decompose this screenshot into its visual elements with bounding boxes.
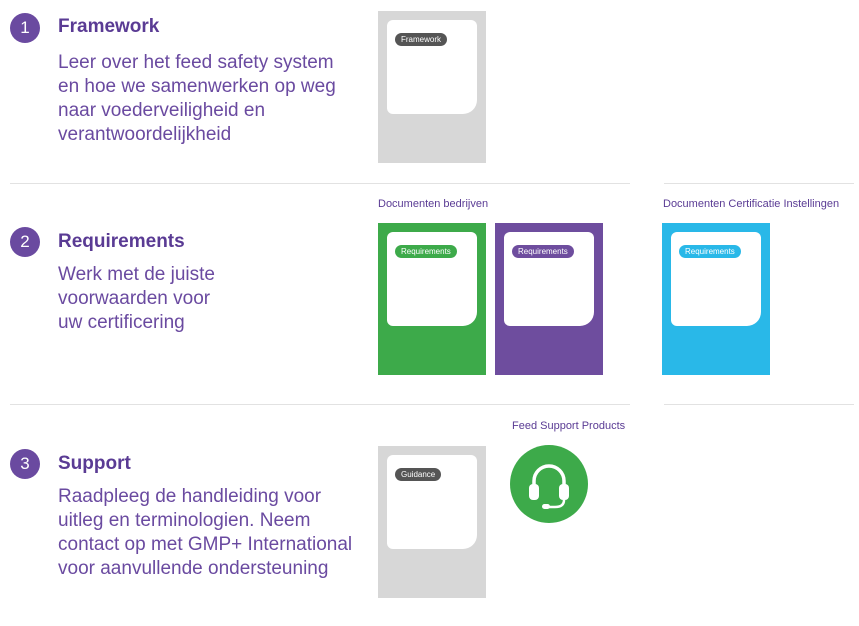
step-3-title[interactable]: Support [58, 453, 131, 475]
requirements-companies-green-document[interactable]: Requirements [378, 223, 486, 375]
step-1-number: 1 [10, 13, 40, 43]
step-1-description: Leer over het feed safety system en hoe … [58, 52, 336, 145]
step-2-description: Werk met de juiste voorwaarden voor uw c… [58, 264, 215, 333]
step-2-title[interactable]: Requirements [58, 231, 185, 253]
requirements-tag: Requirements [512, 245, 574, 258]
divider-1 [10, 183, 630, 184]
companies-label: Documenten bedrijven [378, 198, 489, 210]
step-1-title[interactable]: Framework [58, 16, 159, 38]
step-3-description: Raadpleeg de handleiding voor uitleg en … [58, 486, 353, 579]
support-products-label: Feed Support Products [512, 420, 626, 432]
framework-document[interactable]: Framework [378, 11, 486, 163]
requirements-companies-purple-document[interactable]: Requirements [495, 223, 603, 375]
divider-2b [664, 404, 854, 405]
requirements-tag: Requirements [395, 245, 457, 258]
step-3-number: 3 [10, 449, 40, 479]
headset-icon[interactable] [510, 445, 588, 523]
requirements-tag: Requirements [679, 245, 741, 258]
guidance-tag: Guidance [395, 468, 442, 481]
divider-1b [664, 183, 854, 184]
step-2-number: 2 [10, 227, 40, 257]
certification-label: Documenten Certificatie Instellingen [663, 198, 840, 210]
guidance-document[interactable]: Guidance [378, 446, 486, 598]
divider-2 [10, 404, 630, 405]
framework-tag: Framework [395, 33, 448, 46]
requirements-certification-document[interactable]: Requirements [662, 223, 770, 375]
